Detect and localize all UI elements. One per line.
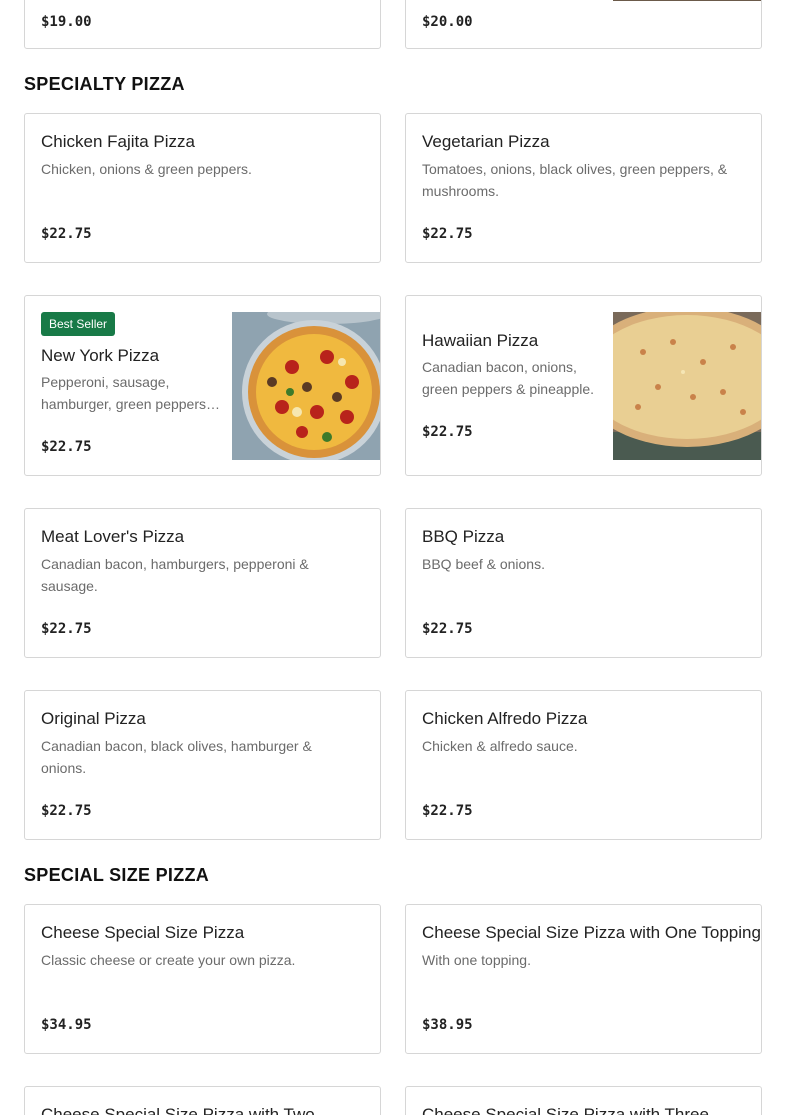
item-name: Cheese Special Size Pizza with One Toppi… — [422, 923, 761, 942]
item-price: $22.75 — [41, 621, 92, 637]
menu-item-card[interactable]: Cheese Special Size Pizza with Three — [405, 1086, 762, 1115]
item-description: Chicken & alfredo sauce. — [422, 738, 578, 754]
pizza-photo — [232, 312, 380, 460]
item-name: Chicken Alfredo Pizza — [422, 709, 588, 728]
item-price: $22.75 — [422, 803, 473, 819]
menu-item-card[interactable]: Vegetarian Pizza Tomatoes, onions, black… — [405, 113, 762, 263]
item-description: Canadian bacon, onions, green peppers & … — [422, 359, 595, 397]
item-description: BBQ beef & onions. — [422, 556, 545, 572]
item-description: Classic cheese or create your own pizza. — [41, 952, 296, 968]
menu-item-card[interactable]: Original Pizza Canadian bacon, black oli… — [24, 690, 381, 840]
item-description: Tomatoes, onions, black olives, green pe… — [422, 161, 728, 199]
item-price: $22.75 — [422, 226, 473, 242]
pizza-photo — [613, 0, 761, 1]
item-name: New York Pizza — [41, 346, 160, 365]
menu-item-card[interactable]: Best Seller New York Pizza Pepperoni, sa… — [24, 295, 381, 476]
menu-item-card[interactable]: BBQ Pizza BBQ beef & onions. $22.75 — [405, 508, 762, 658]
item-price: $22.75 — [41, 439, 92, 455]
item-name: Cheese Special Size Pizza with Two — [41, 1105, 315, 1115]
pizza-photo — [613, 312, 761, 460]
item-description: With one topping. — [422, 952, 531, 968]
item-price: $22.75 — [41, 803, 92, 819]
section-title-special-size: SPECIAL SIZE PIZZA — [24, 865, 210, 885]
item-name: Original Pizza — [41, 709, 146, 728]
section-title-specialty: SPECIALTY PIZZA — [24, 74, 185, 94]
menu-item-card[interactable]: Hawaiian Pizza Canadian bacon, onions, g… — [405, 295, 762, 476]
menu-item-card[interactable]: Cheese Special Size Pizza with Two — [24, 1086, 381, 1115]
item-price: $22.75 — [422, 621, 473, 637]
item-price: $22.75 — [422, 424, 473, 440]
item-name: Cheese Special Size Pizza with Three — [422, 1105, 709, 1115]
menu-item-card[interactable]: Meat Lover's Pizza Canadian bacon, hambu… — [24, 508, 381, 658]
item-price: $22.75 — [41, 226, 92, 242]
menu-item-card[interactable]: Chicken Fajita Pizza Chicken, onions & g… — [24, 113, 381, 263]
menu-item-card[interactable]: $19.00 — [24, 0, 381, 49]
menu-item-card[interactable]: Cheese Special Size Pizza with One Toppi… — [405, 904, 762, 1054]
item-name: Meat Lover's Pizza — [41, 527, 185, 546]
menu-item-card[interactable]: Cheese Special Size Pizza Classic cheese… — [24, 904, 381, 1054]
item-description: Chicken, onions & green peppers. — [41, 161, 252, 177]
item-description: Pepperoni, sausage, hamburger, green pep… — [41, 374, 210, 412]
item-price: $34.95 — [41, 1017, 92, 1033]
item-description: Canadian bacon, black olives, hamburger … — [41, 738, 312, 776]
menu-item-card[interactable]: Chicken Alfredo Pizza Chicken & alfredo … — [405, 690, 762, 840]
item-name: BBQ Pizza — [422, 527, 505, 546]
best-seller-badge: Best Seller — [41, 312, 116, 336]
item-price: $20.00 — [422, 14, 473, 30]
item-name: Vegetarian Pizza — [422, 132, 550, 151]
item-price: $19.00 — [41, 14, 92, 30]
item-name: Cheese Special Size Pizza — [41, 923, 245, 942]
item-description: Canadian bacon, hamburgers, pepperoni & … — [41, 556, 309, 594]
menu-item-card[interactable]: $20.00 — [405, 0, 762, 49]
item-price: $38.95 — [422, 1017, 473, 1033]
item-name: Chicken Fajita Pizza — [41, 132, 196, 151]
item-name: Hawaiian Pizza — [422, 331, 539, 350]
